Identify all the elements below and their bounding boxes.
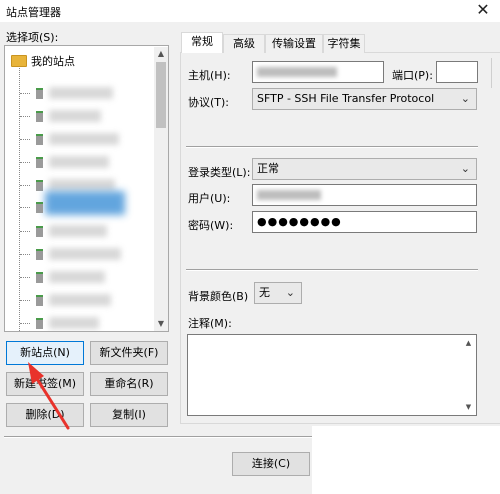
user-input[interactable] — [252, 184, 477, 206]
server-icon — [36, 87, 43, 99]
protocol-value: SFTP - SSH File Transfer Protocol — [257, 92, 435, 105]
tab-general[interactable]: 常规 — [181, 32, 223, 53]
server-icon — [36, 271, 43, 283]
server-icon — [36, 110, 43, 122]
logon-type-select[interactable]: 正常 ⌄ — [252, 158, 477, 180]
tree-connector-line — [19, 68, 20, 331]
delete-button[interactable]: 删除(D) — [6, 403, 84, 427]
password-input[interactable]: ●●●●●●●● — [252, 211, 477, 233]
tree-site-item[interactable] — [20, 294, 111, 306]
background-window-edge — [491, 58, 500, 88]
port-label: 端口(P): — [392, 69, 433, 82]
new-bookmark-button[interactable]: 新建书签(M) — [6, 372, 84, 396]
user-label: 用户(U): — [188, 192, 231, 205]
tree-site-item[interactable] — [20, 156, 109, 168]
tree-site-item[interactable] — [20, 271, 105, 283]
password-label: 密码(W): — [188, 219, 234, 232]
title-bar — [0, 0, 500, 22]
scroll-down-icon[interactable]: ▼ — [154, 317, 168, 331]
tree-site-item[interactable] — [20, 317, 99, 329]
window-title: 站点管理器 — [6, 6, 61, 19]
port-input[interactable] — [436, 61, 478, 83]
site-tree[interactable]: 我的站点 ▲ ▼ — [4, 45, 169, 332]
tree-site-item[interactable] — [20, 87, 113, 99]
tree-site-item[interactable] — [20, 202, 43, 213]
comments-scrollbar[interactable]: ▲ ▼ — [462, 336, 475, 414]
protocol-label: 协议(T): — [188, 96, 230, 109]
comments-label: 注释(M): — [188, 317, 232, 330]
logon-type-label: 登录类型(L): — [188, 166, 251, 179]
tab-charset[interactable]: 字符集 — [323, 34, 365, 53]
tree-root-my-sites[interactable]: 我的站点 — [11, 53, 75, 69]
chevron-down-icon: ⌄ — [460, 92, 470, 105]
user-value — [257, 190, 321, 200]
tab-transfer-settings[interactable]: 传输设置 — [265, 34, 323, 53]
host-value — [257, 67, 337, 77]
tab-advanced[interactable]: 高级 — [223, 34, 265, 53]
tree-root-label: 我的站点 — [31, 55, 75, 68]
logon-type-value: 正常 — [257, 162, 279, 175]
scroll-down-icon[interactable]: ▼ — [462, 400, 475, 414]
protocol-select[interactable]: SFTP - SSH File Transfer Protocol ⌄ — [252, 88, 477, 110]
rename-button[interactable]: 重命名(R) — [90, 372, 168, 396]
server-icon — [36, 202, 43, 213]
server-icon — [36, 225, 43, 237]
host-label: 主机(H): — [188, 69, 231, 82]
background-color-label: 背景颜色(B) — [188, 290, 249, 303]
new-folder-button[interactable]: 新文件夹(F) — [90, 341, 168, 365]
server-icon — [36, 248, 43, 260]
server-icon — [36, 133, 43, 145]
close-icon[interactable]: ✕ — [466, 0, 500, 22]
scroll-up-icon[interactable]: ▲ — [462, 336, 475, 350]
white-overlay-corner — [312, 426, 500, 494]
chevron-down-icon: ⌄ — [460, 162, 470, 175]
section-divider — [186, 269, 478, 271]
background-color-select[interactable]: 无 ⌄ — [254, 282, 302, 304]
section-divider — [186, 146, 478, 148]
background-color-value: 无 — [259, 286, 270, 299]
duplicate-button[interactable]: 复制(I) — [90, 403, 168, 427]
comments-textarea[interactable] — [187, 334, 477, 416]
folder-icon — [11, 55, 27, 67]
tree-site-item[interactable] — [20, 110, 101, 122]
selected-site-highlight[interactable] — [45, 191, 125, 215]
tree-site-item[interactable] — [20, 248, 121, 260]
scroll-up-icon[interactable]: ▲ — [154, 47, 168, 61]
host-input[interactable] — [252, 61, 384, 83]
scrollbar-thumb[interactable] — [156, 62, 166, 128]
new-site-button[interactable]: 新站点(N) — [6, 341, 84, 365]
select-entry-label: 选择项(S): — [6, 31, 59, 44]
server-icon — [36, 317, 43, 329]
server-icon — [36, 179, 43, 191]
server-icon — [36, 156, 43, 168]
server-icon — [36, 294, 43, 306]
tree-site-item[interactable] — [20, 179, 115, 191]
tree-site-item[interactable] — [20, 133, 119, 145]
tree-site-item[interactable] — [20, 225, 107, 237]
connect-button[interactable]: 连接(C) — [232, 452, 310, 476]
chevron-down-icon: ⌄ — [285, 286, 295, 299]
